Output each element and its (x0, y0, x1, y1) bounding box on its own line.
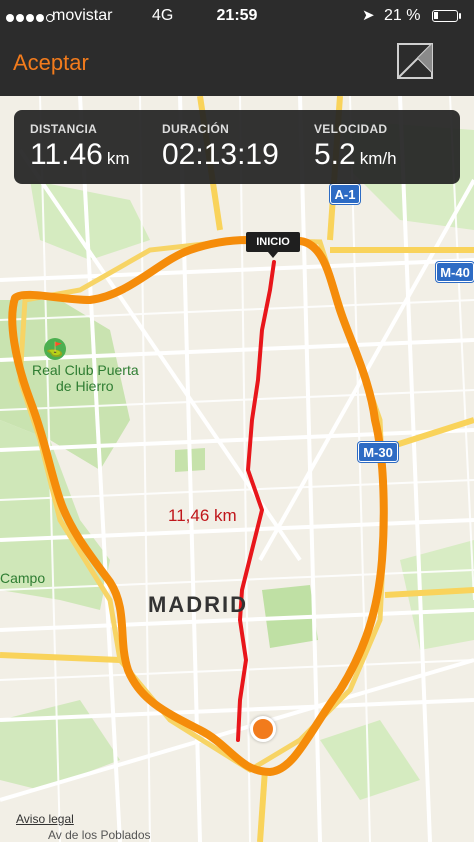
speed-unit: km/h (359, 149, 397, 168)
current-location-dot (250, 716, 276, 742)
map-view[interactable] (0, 96, 474, 842)
duration-stat: DURACIÓN 02:13:19 (162, 122, 279, 172)
golf-club-icon: ⛳ (44, 338, 66, 360)
duration-label: DURACIÓN (162, 122, 230, 136)
highway-shield-a1: A-1 (330, 184, 360, 204)
distance-unit: km (106, 149, 130, 168)
speed-stat: VELOCIDAD 5.2 km/h (314, 122, 397, 172)
speed-value: 5.2 (314, 138, 356, 171)
duration-value: 02:13:19 (162, 138, 279, 171)
place-label-club-2: de Hierro (56, 378, 114, 394)
battery-percent: 21 % (384, 7, 421, 24)
place-label-club: Real Club Puerta (32, 362, 139, 378)
battery-icon (432, 10, 458, 22)
distance-value: 11.46 (30, 138, 103, 171)
highway-shield-m40: M-40 (436, 262, 474, 282)
distance-label: DISTANCIA (30, 122, 98, 136)
status-bar: movistar 4G 21:59 ➤ 21 % (0, 0, 474, 34)
workout-stats-panel: DISTANCIA 11.46 km DURACIÓN 02:13:19 VELO… (14, 110, 460, 184)
distance-stat: DISTANCIA 11.46 km (30, 122, 130, 172)
speed-label: VELOCIDAD (314, 122, 388, 136)
street-label-poblados: Av de los Poblados (48, 828, 151, 842)
legal-notice-link[interactable]: Aviso legal (16, 812, 74, 826)
route-start-flag: INICIO (246, 232, 300, 258)
city-label: MADRID (148, 592, 248, 617)
nav-bar: Aceptar (0, 34, 474, 96)
accept-button[interactable]: Aceptar (13, 50, 89, 76)
battery-tip-icon (459, 13, 461, 19)
place-label-campo: Campo (0, 570, 46, 586)
highway-shield-m30: M-30 (358, 442, 398, 462)
share-map-icon[interactable] (396, 42, 434, 80)
route-distance-label: 11,46 km (168, 506, 237, 525)
location-arrow-icon: ➤ (362, 7, 375, 24)
